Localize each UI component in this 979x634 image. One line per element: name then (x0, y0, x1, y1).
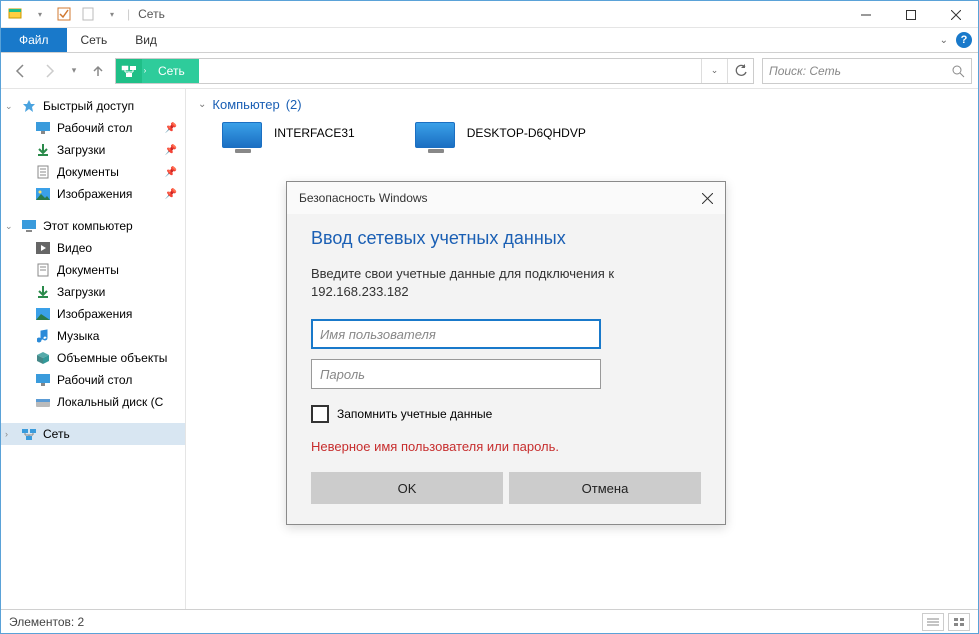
remember-checkbox[interactable] (311, 405, 329, 423)
document-icon (35, 164, 51, 180)
sidebar-item-documents-qa[interactable]: Документы 📌 (1, 161, 185, 183)
chevron-down-icon[interactable]: ⌄ (5, 101, 15, 112)
download-icon (35, 284, 51, 300)
network-icon (21, 426, 37, 442)
dialog-heading: Ввод сетевых учетных данных (311, 228, 701, 249)
password-field[interactable] (311, 359, 601, 389)
ok-button[interactable]: OK (311, 472, 503, 504)
qat-checkbox-icon[interactable] (53, 3, 75, 25)
sidebar-item-video[interactable]: Видео (1, 237, 185, 259)
pin-icon: 📌 (165, 189, 177, 200)
disk-icon (35, 394, 51, 410)
search-placeholder: Поиск: Сеть (769, 64, 841, 78)
sidebar-item-downloads-qa[interactable]: Загрузки 📌 (1, 139, 185, 161)
tab-file[interactable]: Файл (1, 28, 67, 52)
chevron-down-icon[interactable]: ⌄ (5, 221, 15, 232)
pin-icon: 📌 (165, 123, 177, 134)
qat-blank-icon[interactable] (77, 3, 99, 25)
sidebar-item-downloads[interactable]: Загрузки (1, 281, 185, 303)
status-bar: Элементов: 2 (1, 609, 978, 633)
sidebar-item-music[interactable]: Музыка (1, 325, 185, 347)
username-field[interactable] (311, 319, 601, 349)
refresh-button[interactable] (727, 59, 753, 83)
title-bar: ▾ ▾ | Сеть (1, 1, 978, 28)
video-icon (35, 240, 51, 256)
qat-overflow[interactable]: ▾ (101, 3, 123, 25)
sidebar-item-3d[interactable]: Объемные объекты (1, 347, 185, 369)
back-button[interactable] (7, 58, 33, 84)
pc-icon (21, 218, 37, 234)
credential-dialog: Безопасность Windows Ввод сетевых учетны… (286, 181, 726, 525)
sidebar-item-network[interactable]: › Сеть (1, 423, 185, 445)
navigation-bar: ▾ › Сеть ⌄ Поиск: Сеть (1, 53, 978, 89)
computer-icon (415, 122, 459, 156)
qat-dropdown[interactable]: ▾ (29, 3, 51, 25)
pin-icon: 📌 (165, 145, 177, 156)
sidebar-item-documents[interactable]: Документы (1, 259, 185, 281)
search-icon (951, 64, 965, 78)
document-icon (35, 262, 51, 278)
window-title: Сеть (138, 7, 165, 21)
maximize-button[interactable] (888, 1, 933, 28)
tab-view[interactable]: Вид (121, 28, 171, 52)
dialog-instruction: Введите свои учетные данные для подключе… (311, 265, 701, 301)
chevron-right-icon[interactable]: › (5, 429, 15, 439)
chevron-down-icon[interactable]: ⌄ (198, 99, 206, 110)
desktop-icon (35, 372, 51, 388)
quick-access-root[interactable]: ⌄ Быстрый доступ (1, 95, 185, 117)
sidebar-item-disk-c[interactable]: Локальный диск (C (1, 391, 185, 413)
cube-icon (35, 350, 51, 366)
address-icon (116, 59, 142, 83)
computer-icon (222, 122, 266, 156)
sidebar-item-desktop[interactable]: Рабочий стол (1, 369, 185, 391)
address-bar[interactable]: › Сеть ⌄ (115, 58, 754, 84)
music-icon (35, 328, 51, 344)
status-items-count: Элементов: 2 (9, 615, 84, 629)
computer-item[interactable]: INTERFACE31 (222, 122, 355, 156)
picture-icon (35, 306, 51, 322)
address-dropdown[interactable]: ⌄ (701, 59, 727, 83)
quick-access-toolbar: ▾ ▾ | (5, 3, 132, 25)
app-icon (5, 3, 27, 25)
dialog-close-button[interactable] (697, 188, 717, 208)
picture-icon (35, 186, 51, 202)
computer-item[interactable]: DESKTOP-D6QHDVP (415, 122, 586, 156)
star-icon (21, 98, 37, 114)
sidebar-item-desktop-qa[interactable]: Рабочий стол 📌 (1, 117, 185, 139)
ribbon-collapse-icon[interactable]: ⌄ (940, 35, 948, 46)
pin-icon: 📌 (165, 167, 177, 178)
forward-button[interactable] (37, 58, 63, 84)
download-icon (35, 142, 51, 158)
this-pc-root[interactable]: ⌄ Этот компьютер (1, 215, 185, 237)
sidebar-item-pictures[interactable]: Изображения (1, 303, 185, 325)
view-details-button[interactable] (922, 613, 944, 631)
minimize-button[interactable] (843, 1, 888, 28)
up-button[interactable] (85, 58, 111, 84)
tab-network[interactable]: Сеть (67, 28, 122, 52)
tree-this-pc: ⌄ Этот компьютер Видео Документы Загрузк… (1, 215, 185, 413)
dialog-titlebar: Безопасность Windows (287, 182, 725, 214)
close-button[interactable] (933, 1, 978, 28)
cancel-button[interactable]: Отмена (509, 472, 701, 504)
recent-dropdown[interactable]: ▾ (67, 58, 81, 84)
view-icons-button[interactable] (948, 613, 970, 631)
ribbon-tabs: Файл Сеть Вид ⌄ ? (1, 28, 978, 53)
address-segment[interactable]: Сеть (148, 59, 199, 83)
dialog-error-text: Неверное имя пользователя или пароль. (311, 439, 701, 454)
remember-label: Запомнить учетные данные (337, 407, 492, 421)
navigation-pane: ⌄ Быстрый доступ Рабочий стол 📌 Загрузки… (1, 89, 186, 609)
desktop-icon (35, 120, 51, 136)
search-box[interactable]: Поиск: Сеть (762, 58, 972, 84)
help-icon[interactable]: ? (956, 32, 972, 48)
sidebar-item-pictures-qa[interactable]: Изображения 📌 (1, 183, 185, 205)
category-header[interactable]: ⌄ Компьютер (2) (198, 97, 966, 112)
tree-quick-access: ⌄ Быстрый доступ Рабочий стол 📌 Загрузки… (1, 95, 185, 205)
